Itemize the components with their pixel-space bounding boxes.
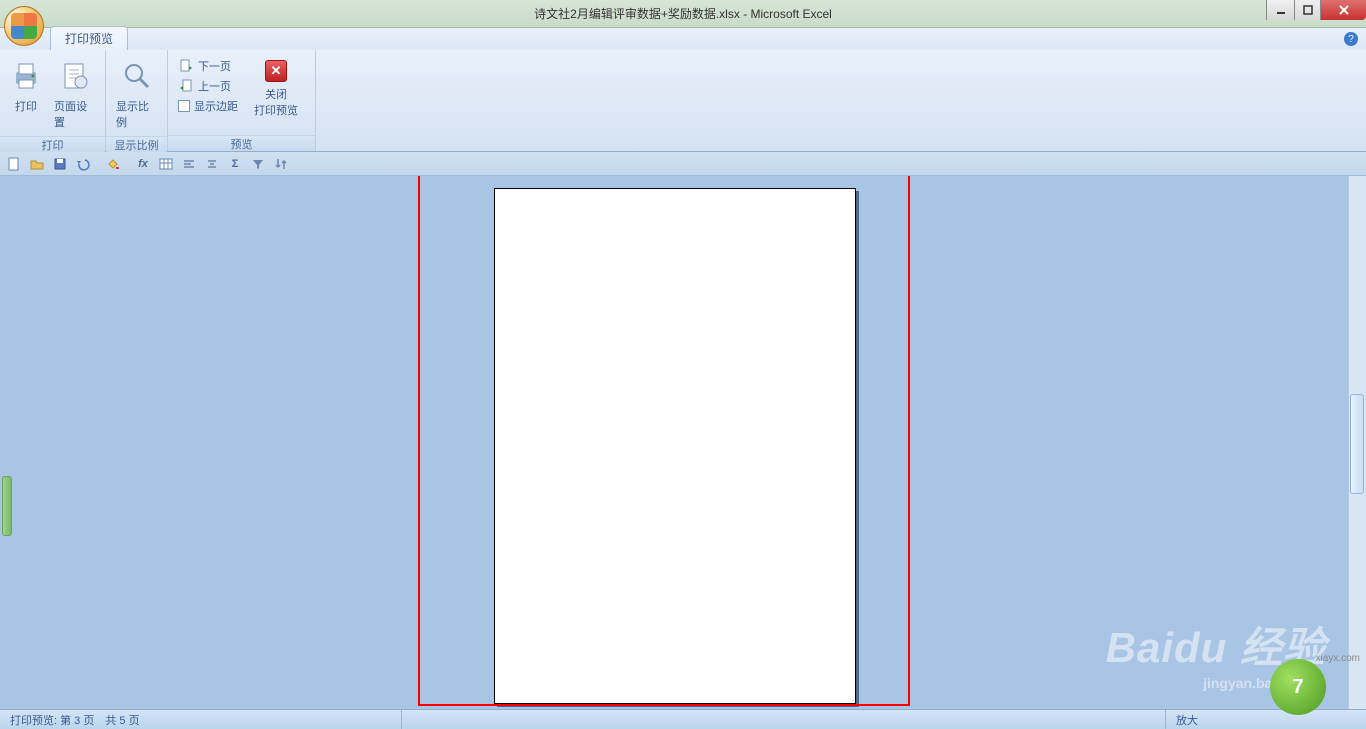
print-preview-canvas[interactable] <box>0 176 1366 709</box>
qat-save-icon[interactable] <box>50 155 70 173</box>
page-setup-button[interactable]: 页面设置 <box>48 54 101 132</box>
next-page-icon <box>178 58 194 74</box>
close-preview-label-1: 关闭 <box>265 86 287 102</box>
group-preview-label: 预览 <box>168 135 315 151</box>
window-title: 诗文社2月编辑评审数据+奖励数据.xlsx - Microsoft Excel <box>534 5 832 22</box>
printer-icon <box>10 60 42 92</box>
qat-sigma-icon[interactable]: Σ <box>225 155 245 173</box>
status-bar: 打印预览: 第 3 页 共 5 页 放大 <box>0 709 1366 729</box>
magnifier-icon <box>121 60 153 92</box>
group-zoom-label: 显示比例 <box>106 136 167 152</box>
qat-center-icon[interactable] <box>202 155 222 173</box>
office-logo-icon <box>11 13 37 39</box>
tab-print-preview[interactable]: 打印预览 <box>50 26 128 50</box>
qat-align-icon[interactable] <box>179 155 199 173</box>
next-page-button[interactable]: 下一页 <box>174 56 242 76</box>
group-print-label: 打印 <box>0 136 105 152</box>
left-scroll-indicator[interactable] <box>2 476 12 536</box>
zoom-button[interactable]: 显示比例 <box>110 54 163 132</box>
window-controls <box>1266 0 1366 20</box>
show-margins-checkbox[interactable]: 显示边距 <box>174 96 242 116</box>
scrollbar-thumb[interactable] <box>1350 394 1364 494</box>
office-button[interactable] <box>4 6 44 46</box>
close-window-button[interactable] <box>1320 0 1366 20</box>
checkbox-icon <box>178 100 190 112</box>
prev-page-button[interactable]: 上一页 <box>174 76 242 96</box>
zoom-label: 显示比例 <box>116 98 157 130</box>
status-zoom-label[interactable]: 放大 <box>1166 712 1366 728</box>
close-preview-button[interactable]: ✕ 关闭 打印预览 <box>248 54 304 120</box>
ribbon-tab-row: 打印预览 ? <box>0 28 1366 50</box>
status-page-info: 打印预览: 第 3 页 共 5 页 <box>0 712 401 728</box>
print-button[interactable]: 打印 <box>4 54 48 116</box>
qat-new-icon[interactable] <box>4 155 24 173</box>
qat-undo-icon[interactable] <box>73 155 93 173</box>
maximize-button[interactable] <box>1294 0 1320 20</box>
qat-sort-icon[interactable] <box>271 155 291 173</box>
qat-fx-icon[interactable]: fx <box>133 155 153 173</box>
minimize-button[interactable] <box>1266 0 1294 20</box>
status-separator <box>401 710 402 729</box>
page-setup-label: 页面设置 <box>54 98 95 130</box>
window-titlebar: 诗文社2月编辑评审数据+奖励数据.xlsx - Microsoft Excel <box>0 0 1366 28</box>
page-setup-icon <box>59 60 91 92</box>
ribbon: 打印 页面设置 打印 显示比例 显示比例 <box>0 50 1366 152</box>
vertical-scrollbar[interactable] <box>1348 176 1366 709</box>
next-page-label: 下一页 <box>198 58 231 74</box>
qat-open-icon[interactable] <box>27 155 47 173</box>
ribbon-group-preview: 下一页 上一页 显示边距 ✕ 关闭 打印预览 预览 <box>168 50 316 151</box>
ribbon-group-zoom: 显示比例 显示比例 <box>106 50 168 151</box>
show-margins-label: 显示边距 <box>194 98 238 114</box>
prev-page-label: 上一页 <box>198 78 231 94</box>
print-label: 打印 <box>15 98 37 114</box>
close-icon: ✕ <box>265 60 287 82</box>
preview-page <box>494 188 856 704</box>
qat-table-icon[interactable] <box>156 155 176 173</box>
quick-access-toolbar: fx Σ <box>0 152 1366 176</box>
qat-filter-icon[interactable] <box>248 155 268 173</box>
ribbon-group-print: 打印 页面设置 打印 <box>0 50 106 151</box>
prev-page-icon <box>178 78 194 94</box>
qat-bucket-icon[interactable] <box>103 155 123 173</box>
close-preview-label-2: 打印预览 <box>254 102 298 118</box>
help-icon[interactable]: ? <box>1344 32 1358 46</box>
